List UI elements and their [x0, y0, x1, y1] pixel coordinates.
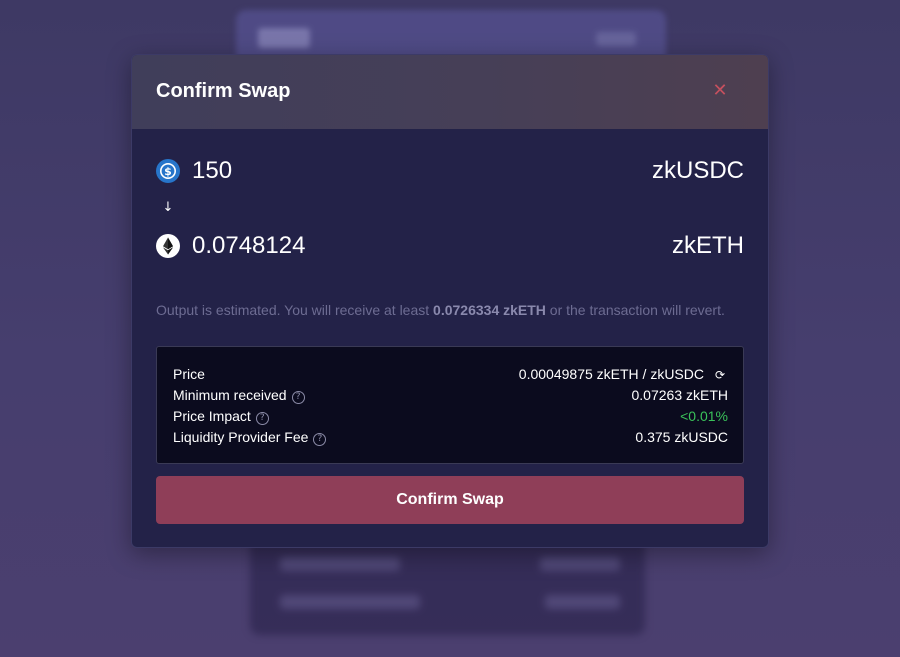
svg-text:$: $: [164, 165, 172, 178]
input-token-symbol: zkUSDC: [651, 157, 744, 184]
background-row: [545, 595, 620, 609]
estimate-suffix: or the transaction will revert.: [545, 302, 725, 318]
output-token-symbol: zkETH: [672, 232, 744, 259]
minimum-received-row: Minimum received? 0.07263 zkETH: [173, 385, 728, 405]
eth-icon: [156, 234, 180, 258]
refresh-icon[interactable]: ⟳: [712, 365, 728, 385]
confirm-swap-modal: Confirm Swap ✕ $ 150 zkUSDC ↓ 0.0748124 …: [131, 54, 769, 548]
lp-fee-label: Liquidity Provider Fee: [173, 429, 309, 445]
price-value: 0.00049875 zkETH / zkUSDC: [518, 366, 704, 382]
price-row: Price 0.00049875 zkETH / zkUSDC ⟳: [173, 364, 728, 384]
background-title: [258, 28, 310, 48]
output-token-row: 0.0748124 zkETH: [156, 231, 744, 261]
estimate-notice: Output is estimated. You will receive at…: [156, 302, 746, 318]
swap-details-panel: Price 0.00049875 zkETH / zkUSDC ⟳ Minimum…: [156, 346, 744, 464]
modal-header: Confirm Swap ✕: [132, 55, 768, 129]
price-impact-row: Price Impact? <0.01%: [173, 406, 728, 426]
help-icon[interactable]: ?: [255, 412, 269, 425]
usdc-icon: $: [156, 159, 180, 183]
close-icon[interactable]: ✕: [710, 81, 730, 101]
background-details-panel: [250, 535, 645, 635]
background-row: [280, 595, 420, 609]
input-token-row: $ 150 zkUSDC: [156, 156, 744, 186]
background-settings: [596, 32, 636, 46]
price-value-group: 0.00049875 zkETH / zkUSDC ⟳: [519, 364, 728, 385]
minimum-received-label: Minimum received: [173, 387, 287, 403]
help-icon[interactable]: ?: [313, 433, 327, 446]
price-label: Price: [173, 366, 205, 382]
price-impact-label: Price Impact: [173, 408, 251, 424]
background-row: [280, 557, 400, 571]
minimum-received-label-group: Minimum received?: [173, 385, 305, 405]
estimate-prefix: Output is estimated. You will receive at…: [156, 302, 434, 318]
help-icon[interactable]: ?: [291, 391, 305, 404]
input-amount: 150: [192, 157, 233, 184]
lp-fee-value: 0.375 zkUSDC: [635, 429, 728, 445]
lp-fee-label-group: Liquidity Provider Fee?: [173, 427, 327, 447]
lp-fee-row: Liquidity Provider Fee? 0.375 zkUSDC: [173, 427, 728, 447]
arrow-down-icon: ↓: [162, 200, 174, 215]
output-amount: 0.0748124: [192, 232, 306, 259]
confirm-swap-button[interactable]: Confirm Swap: [156, 476, 744, 524]
modal-title: Confirm Swap: [156, 80, 291, 102]
minimum-received-value: 0.07263 zkETH: [631, 387, 729, 403]
price-impact-value: <0.01%: [680, 408, 728, 424]
background-row: [540, 557, 620, 571]
estimate-min-amount: 0.0726334 zkETH: [433, 302, 546, 318]
price-impact-label-group: Price Impact?: [173, 406, 269, 426]
